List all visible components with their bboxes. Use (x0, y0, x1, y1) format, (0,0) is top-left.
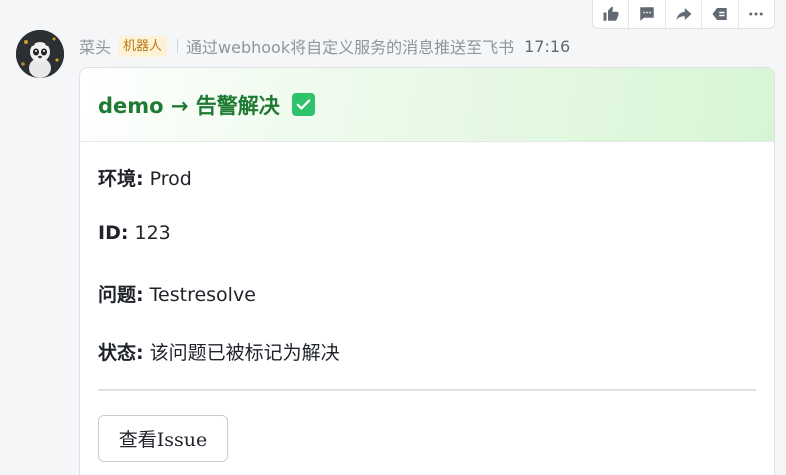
message-header: 菜头 机器人 通过webhook将自定义服务的消息推送至飞书 17:16 (79, 34, 570, 58)
bot-badge: 机器人 (118, 35, 168, 57)
message-card: demo → 告警解决 环境: Prod ID: 123 问题: Testres… (79, 67, 775, 475)
header-divider (177, 39, 179, 53)
delete-button[interactable] (702, 0, 739, 28)
card-title: demo → 告警解决 (98, 93, 280, 118)
field-value: Prod (143, 168, 192, 190)
more-button[interactable] (739, 0, 774, 28)
card-divider (98, 389, 756, 391)
check-box-icon (291, 93, 315, 116)
sender-name[interactable]: 菜头 (79, 34, 111, 58)
field-label: 状态: (98, 342, 144, 364)
field-value: 123 (128, 222, 171, 244)
message-time: 17:16 (524, 36, 571, 56)
field-id: ID: 123 (98, 222, 171, 244)
more-icon (749, 12, 764, 16)
bot-description: 通过webhook将自定义服务的消息推送至飞书 (186, 38, 515, 57)
field-issue: 问题: Testresolve (98, 280, 256, 307)
field-label: 环境: (98, 168, 144, 190)
forward-icon (676, 8, 692, 20)
avatar-image (16, 30, 64, 78)
field-environment: 环境: Prod (98, 164, 192, 191)
reply-button[interactable] (629, 0, 666, 28)
view-issue-button[interactable]: 查看Issue (98, 415, 228, 462)
chat-view: 菜头 机器人 通过webhook将自定义服务的消息推送至飞书 17:16 dem… (0, 0, 786, 475)
avatar[interactable] (16, 30, 64, 78)
field-label: ID: (98, 222, 129, 244)
thumbs-up-button[interactable] (593, 0, 630, 28)
field-label: 问题: (98, 284, 144, 306)
comment-icon (640, 7, 654, 21)
thumbs-up-icon (603, 6, 619, 21)
field-status: 状态: 该问题已被标记为解决 (98, 338, 340, 365)
delete-back-icon (712, 8, 727, 20)
message-action-toolbar (592, 0, 775, 29)
field-value: 该问题已被标记为解决 (143, 342, 340, 364)
card-header: demo → 告警解决 (80, 68, 774, 142)
field-value: Testresolve (143, 284, 256, 306)
forward-button[interactable] (666, 0, 703, 28)
